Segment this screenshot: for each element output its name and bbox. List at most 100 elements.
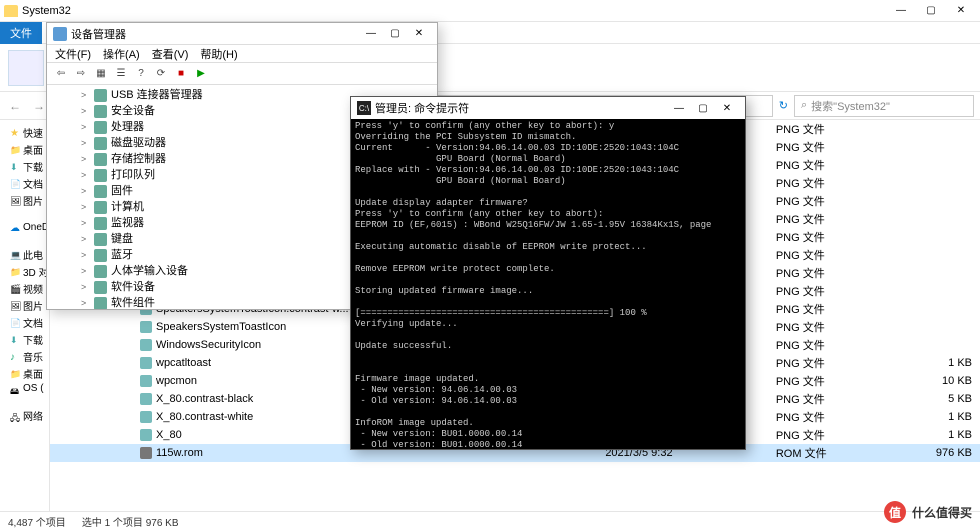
expand-icon[interactable]: > xyxy=(81,119,90,135)
file-name: wpcmon xyxy=(156,375,197,387)
sidebar-item[interactable]: 下载 xyxy=(2,331,47,348)
doc-icon xyxy=(10,179,20,189)
drive-icon xyxy=(10,384,20,394)
sidebar-item[interactable]: OS ( xyxy=(2,382,47,395)
pic-icon xyxy=(10,301,20,311)
expand-icon[interactable]: > xyxy=(81,247,90,263)
refresh-icon[interactable]: ↻ xyxy=(779,99,788,112)
devmgr-minimize-button[interactable]: — xyxy=(359,28,383,39)
tool-refresh-icon[interactable]: ⟳ xyxy=(153,66,169,82)
expand-icon[interactable]: > xyxy=(81,167,90,183)
expand-icon[interactable]: > xyxy=(81,135,90,151)
file-size xyxy=(887,138,980,156)
status-bar: 4,487 个项目 选中 1 个项目 976 KB xyxy=(0,511,980,531)
device-label: 软件组件 xyxy=(111,295,155,309)
expand-icon[interactable]: > xyxy=(81,295,90,309)
device-label: 磁盘驱动器 xyxy=(111,135,166,151)
search-input[interactable]: ⌕ 搜索"System32" xyxy=(794,95,974,117)
file-name: X_80.contrast-black xyxy=(156,393,253,405)
tool-back-icon[interactable]: ⇦ xyxy=(53,66,69,82)
device-icon xyxy=(94,185,107,198)
sidebar-item[interactable]: 桌面 xyxy=(2,365,47,382)
file-size: 5 KB xyxy=(887,390,980,408)
expand-icon[interactable]: > xyxy=(81,279,90,295)
devmgr-toolbar: ⇦ ⇨ ▦ ☰ ? ⟳ ■ ▶ xyxy=(47,63,437,85)
sidebar-item-label: 网络 xyxy=(23,408,43,423)
cmd-close-button[interactable]: ✕ xyxy=(715,103,739,114)
device-icon xyxy=(94,249,107,262)
dl-icon xyxy=(10,335,20,345)
expand-icon[interactable]: > xyxy=(81,151,90,167)
cmd-maximize-button[interactable]: ▢ xyxy=(691,103,715,114)
tab-file[interactable]: 文件 xyxy=(0,22,42,44)
sidebar-item[interactable]: 此电 xyxy=(2,246,47,263)
device-label: USB 连接器管理器 xyxy=(111,87,203,103)
sidebar-item[interactable]: 3D 对 xyxy=(2,263,47,280)
minimize-button[interactable]: — xyxy=(886,0,916,22)
device-label: 蓝牙 xyxy=(111,247,133,263)
expand-icon[interactable]: > xyxy=(81,215,90,231)
expand-icon[interactable]: > xyxy=(81,199,90,215)
fold-icon xyxy=(10,369,20,379)
tool-disable-icon[interactable]: ■ xyxy=(173,66,189,82)
menu-view[interactable]: 查看(V) xyxy=(152,46,189,62)
file-type: PNG 文件 xyxy=(768,408,887,426)
devmgr-close-button[interactable]: ✕ xyxy=(407,28,431,39)
sidebar-item[interactable]: 文档 xyxy=(2,314,47,331)
sidebar-item-label: OS ( xyxy=(23,383,44,394)
expand-icon[interactable]: > xyxy=(81,183,90,199)
window-controls: — ▢ ✕ xyxy=(886,0,976,22)
tool-fwd-icon[interactable]: ⇨ xyxy=(73,66,89,82)
pic-icon xyxy=(10,196,20,206)
sidebar-item[interactable]: OneD xyxy=(2,221,47,234)
folder-icon xyxy=(4,5,18,17)
sidebar-item[interactable]: 音乐 xyxy=(2,348,47,365)
sidebar-item-label: 文档 xyxy=(23,176,43,191)
file-size: 976 KB xyxy=(887,444,980,462)
maximize-button[interactable]: ▢ xyxy=(916,0,946,22)
sidebar-item[interactable]: 图片 xyxy=(2,297,47,314)
tool-help-icon[interactable]: ? xyxy=(133,66,149,82)
device-label: 人体学输入设备 xyxy=(111,263,188,279)
sidebar-item[interactable]: 图片 xyxy=(2,192,47,209)
tool-enable-icon[interactable]: ▶ xyxy=(193,66,209,82)
menu-file[interactable]: 文件(F) xyxy=(55,46,91,62)
file-icon xyxy=(140,447,152,459)
cmd-minimize-button[interactable]: — xyxy=(667,103,691,114)
file-type: PNG 文件 xyxy=(768,264,887,282)
expand-icon[interactable]: > xyxy=(81,103,90,119)
expand-icon[interactable]: > xyxy=(81,231,90,247)
expand-icon[interactable]: > xyxy=(81,263,90,279)
device-label: 固件 xyxy=(111,183,133,199)
tool-grid-icon[interactable]: ▦ xyxy=(93,66,109,82)
cmd-icon: C:\ xyxy=(357,101,371,115)
watermark-label: 什么值得买 xyxy=(912,504,972,521)
file-type: PNG 文件 xyxy=(768,210,887,228)
sidebar-item[interactable]: 下载 xyxy=(2,158,47,175)
device-label: 监视器 xyxy=(111,215,144,231)
nav-back-button[interactable]: ← xyxy=(6,97,24,115)
doc-icon xyxy=(10,318,20,328)
menu-help[interactable]: 帮助(H) xyxy=(200,46,237,62)
file-name: X_80.contrast-white xyxy=(156,411,253,423)
cmd-title: 管理员: 命令提示符 xyxy=(375,100,469,116)
devmgr-maximize-button[interactable]: ▢ xyxy=(383,28,407,39)
watermark: 值 什么值得买 xyxy=(884,501,972,523)
close-button[interactable]: ✕ xyxy=(946,0,976,22)
cmd-output[interactable]: Press 'y' to confirm (any other key to a… xyxy=(351,119,745,449)
file-size xyxy=(887,120,980,138)
menu-action[interactable]: 操作(A) xyxy=(103,46,140,62)
file-name: 115w.rom xyxy=(156,447,203,459)
sidebar-item[interactable]: 文档 xyxy=(2,175,47,192)
device-icon xyxy=(94,233,107,246)
file-type: PNG 文件 xyxy=(768,282,887,300)
sidebar-item[interactable]: 桌面 xyxy=(2,141,47,158)
sidebar-item[interactable]: 快速 xyxy=(2,124,47,141)
tool-props-icon[interactable]: ☰ xyxy=(113,66,129,82)
sidebar-item[interactable]: 视频 xyxy=(2,280,47,297)
file-size xyxy=(887,246,980,264)
expand-icon[interactable]: > xyxy=(81,87,90,103)
sidebar-item[interactable]: 网络 xyxy=(2,407,47,424)
file-type: PNG 文件 xyxy=(768,354,887,372)
file-size xyxy=(887,336,980,354)
